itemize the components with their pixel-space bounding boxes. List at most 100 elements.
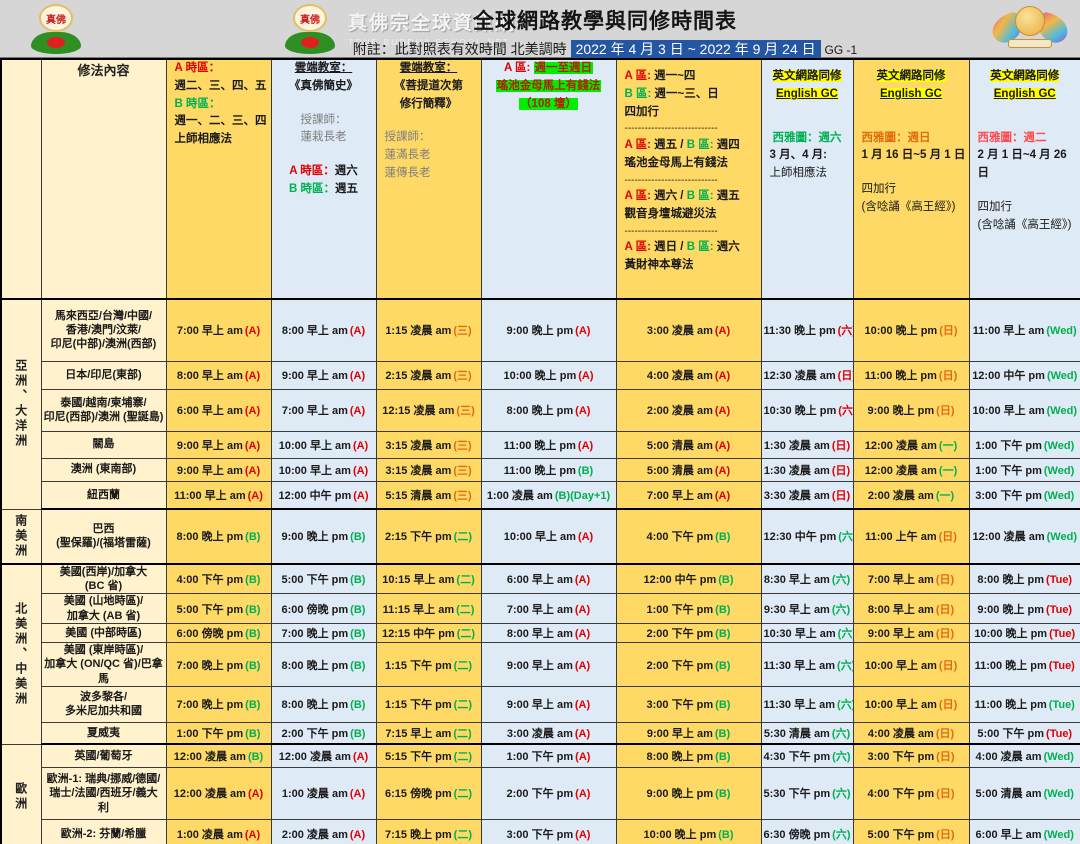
emblem-flower-icon <box>47 37 65 48</box>
divider-line: ---------------------------- <box>625 224 759 240</box>
time-cell: 3:00 下午 pm(A) <box>481 819 616 844</box>
time-cell: 12:00 凌晨 am(Wed) <box>969 509 1080 564</box>
time-cell: 10:00 晚上 pm(日) <box>853 299 969 361</box>
time-cell: 7:15 早上 am(二) <box>376 722 481 744</box>
practice-name: 上師相應法 <box>175 131 269 149</box>
time-text: 4:00 下午 pm <box>647 531 714 543</box>
zone-tag: (Wed) <box>1044 440 1074 452</box>
zone-tag: (六) <box>838 531 853 543</box>
time-text: 8:00 晚上 pm <box>977 574 1044 586</box>
time-text: 12:00 中午 pm <box>278 490 351 502</box>
city-day: 西雅圖：週六 <box>764 130 851 148</box>
time-cell: 7:00 早上 am(A) <box>166 299 271 361</box>
city-day: 西雅圖：週二 <box>972 130 1079 148</box>
time-cell: 1:00 凌晨 am(A) <box>271 767 376 819</box>
col-header-guru-yoga: A 時區： 週二、三、四、五 B 時區： 週一、二、三、四 上師相應法 <box>166 59 271 299</box>
zone-tag: (A) <box>353 440 368 452</box>
zone-tag: (日) <box>936 628 954 640</box>
location-cell: 美國 (東岸時區)/加拿大 (ON/QC 省)/巴拿馬 <box>41 643 166 687</box>
time-text: 12:00 中午 pm <box>972 370 1045 382</box>
time-text: 10:30 晚上 pm <box>764 405 837 417</box>
location-cell: 美國 (山地時區)/加拿大 (AB 省) <box>41 594 166 624</box>
time-text: 1:15 下午 pm <box>385 699 452 711</box>
time-text: 10:30 早上 am <box>764 628 836 640</box>
practice-content-header: 修法內容 <box>44 60 164 79</box>
zone-tag: (一) <box>936 490 954 502</box>
location-line: 泰國/越南/柬埔寨/ <box>44 396 164 410</box>
time-text: 2:00 凌晨 am <box>647 405 713 417</box>
time-text: 5:30 下午 pm <box>764 788 831 800</box>
a-day: 週日 / <box>654 241 683 253</box>
time-cell: 3:00 凌晨 am(A) <box>616 299 761 361</box>
zone-tag: (日) <box>936 574 954 586</box>
zone-tag: (A) <box>245 405 260 417</box>
zone-tag: (Wed) <box>1044 490 1074 502</box>
time-text: 10:00 早上 am <box>279 440 351 452</box>
time-text: 6:00 傍晚 pm <box>177 628 244 640</box>
time-text: 3:15 凌晨 am <box>385 440 451 452</box>
time-text: 2:00 凌晨 am <box>868 490 934 502</box>
time-cell: 10:00 早上 am(A) <box>271 458 376 481</box>
time-cell: 10:30 早上 am(六) <box>761 624 853 643</box>
zone-tag: (六) <box>837 699 853 711</box>
b-day: 週四 <box>717 139 740 151</box>
zone-tag: (二) <box>454 829 472 841</box>
time-text: 10:00 早上 am <box>865 660 937 672</box>
time-cell: 5:00 清晨 am(A) <box>616 458 761 481</box>
time-text: 8:00 早上 am <box>507 628 573 640</box>
time-cell: 12:00 中午 pm(A) <box>271 481 376 509</box>
time-cell: 9:00 早上 am(A) <box>166 458 271 481</box>
time-text: 12:00 凌晨 am <box>865 465 937 477</box>
time-cell: 11:00 晚上 pm(Tue) <box>969 686 1080 722</box>
zone-tag: (A) <box>248 490 263 502</box>
time-text: 12:15 凌晨 am <box>382 405 454 417</box>
practice-content-header-cell: 修法內容 <box>41 59 166 299</box>
time-cell: 9:00 早上 am(A) <box>481 686 616 722</box>
table-row: 日本/印尼(東部)8:00 早上 am(A)9:00 早上 am(A)2:15 … <box>1 361 1080 389</box>
time-text: 6:00 早上 am <box>507 574 573 586</box>
time-cell: 2:00 凌晨 am(A) <box>271 819 376 844</box>
zone-tag: (日) <box>936 788 954 800</box>
zone-tag: (日) <box>838 370 853 382</box>
time-text: 10:15 早上 am <box>382 574 454 586</box>
zone-tag: (六) <box>832 751 850 763</box>
time-text: 7:15 早上 am <box>385 728 451 740</box>
location-line: 關島 <box>44 437 164 451</box>
date-range: 1 月 16 日~5 月 1 日 <box>856 147 967 165</box>
time-cell: 10:00 早上 am(Wed) <box>969 389 1080 431</box>
practice-note: (含唸誦《高王經》) <box>856 199 967 217</box>
time-text: 12:30 中午 pm <box>764 531 837 543</box>
teacher-name: 蓮傳長老 <box>379 165 479 183</box>
time-text: 10:00 晚上 pm <box>974 628 1047 640</box>
time-cell: 11:00 早上 am(A) <box>166 481 271 509</box>
zone-tag: (B) <box>245 660 260 672</box>
time-cell: 7:00 晚上 pm(B) <box>166 686 271 722</box>
zone-tag: (A) <box>575 699 590 711</box>
time-text: 12:00 凌晨 am <box>865 440 937 452</box>
table-row: 夏威夷1:00 下午 pm(B)2:00 下午 pm(B)7:15 早上 am(… <box>1 722 1080 744</box>
time-cell: 11:15 早上 am(二) <box>376 594 481 624</box>
zone-tag: (日) <box>936 829 954 841</box>
note-date-range: 2022 年 4 月 3 日 ~ 2022 年 9 月 24 日 <box>571 40 821 58</box>
time-text: 6:00 早上 am <box>976 829 1042 841</box>
col-header-english-sat: 英文網路同修 English GC 西雅圖：週六 3 月、4 月: 上師相應法 <box>761 59 853 299</box>
time-cell: 2:00 下午 pm(A) <box>481 767 616 819</box>
a-zone-label: A 時區： <box>175 62 221 74</box>
wing-band-icon <box>1008 39 1052 48</box>
zone-tag: (B) <box>718 574 733 586</box>
zone-tag: (A) <box>578 370 593 382</box>
zone-tag: (日) <box>936 728 954 740</box>
location-cell: 波多黎各/多米尼加共和國 <box>41 686 166 722</box>
time-cell: 11:00 晚上 pm(B) <box>481 458 616 481</box>
time-text: 9:00 晚上 pm <box>507 325 574 337</box>
time-text: 1:00 下午 pm <box>647 604 714 616</box>
time-cell: 1:00 下午 pm(Wed) <box>969 431 1080 458</box>
time-cell: 7:00 早上 am(A) <box>616 481 761 509</box>
zone-tag: (A) <box>575 660 590 672</box>
zone-tag: (二) <box>454 751 472 763</box>
time-cell: 3:15 凌晨 am(三) <box>376 431 481 458</box>
time-text: 11:00 早上 am <box>174 490 246 502</box>
zone-tag: (Tue) <box>1049 699 1075 711</box>
time-cell: 8:00 早上 am(日) <box>853 594 969 624</box>
time-text: 6:15 傍晚 pm <box>385 788 452 800</box>
